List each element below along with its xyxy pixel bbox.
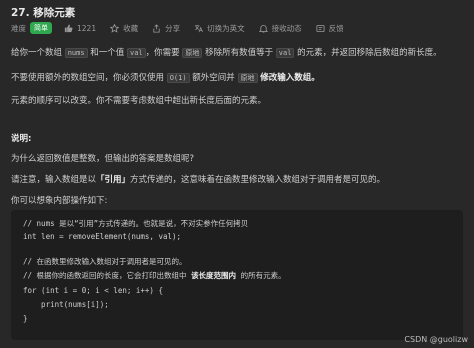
favorite-button[interactable]: 收藏 bbox=[110, 23, 138, 34]
problem-meta-bar: 难度 简单 1221 收藏 分享 切换为英文 接收动态 反馈 bbox=[11, 22, 358, 34]
description-line-2: 不要使用额外的数组空间，你必须仅使用 O(1) 额外空间并 原地 修改输入数组。 bbox=[11, 73, 320, 83]
like-button[interactable]: 1221 bbox=[64, 24, 96, 33]
inline-code-in-place: 原地 bbox=[182, 48, 203, 58]
code-line: print(nums[i]); bbox=[23, 300, 109, 309]
code-line: for (int i = 0; i < len; i++) { bbox=[23, 286, 163, 295]
switch-language-button[interactable]: 切换为英文 bbox=[194, 23, 245, 34]
like-count: 1221 bbox=[77, 23, 97, 33]
share-icon bbox=[153, 23, 160, 33]
explanation-answer: 请注意，输入数组是以「引用」方式传递的，这意味着在函数里修改输入数组对于调用者是… bbox=[11, 175, 386, 185]
share-button[interactable]: 分享 bbox=[152, 23, 180, 34]
inline-code-o1: O(1) bbox=[166, 73, 190, 83]
switch-language-label: 切换为英文 bbox=[207, 23, 245, 33]
watermark: CSDN @guolizw bbox=[404, 335, 468, 344]
feedback-label: 反馈 bbox=[328, 23, 344, 33]
inline-code-val: val bbox=[127, 48, 146, 58]
bell-icon bbox=[258, 24, 268, 33]
code-line: // 根据你的函数返回的长度，它会打印出数组中 该长度范围内 的所有元素。 bbox=[23, 271, 286, 280]
problem-title: 27. 移除元素 bbox=[11, 7, 76, 19]
code-line: } bbox=[23, 314, 28, 323]
explanation-question: 为什么返回数值是整数，但输出的答案是数组呢? bbox=[11, 154, 195, 164]
description-line-1: 给你一个数组 nums 和一个值 val ，你需要 原地 移除所有数值等于 val… bbox=[11, 48, 442, 58]
description-line-3: 元素的顺序可以改变。你不需要考虑数组中超出新长度后面的元素。 bbox=[11, 96, 267, 106]
difficulty-badge: 简单 bbox=[30, 22, 52, 34]
code-line: // 在函数里修改输入数组对于调用者是可见的。 bbox=[23, 257, 187, 266]
difficulty-label: 难度 bbox=[11, 23, 26, 33]
feedback-button[interactable]: 反馈 bbox=[316, 23, 344, 34]
notifications-button[interactable]: 接收动态 bbox=[258, 23, 302, 34]
inline-code-val-2: val bbox=[275, 48, 295, 58]
inline-code-in-place-2: 原地 bbox=[237, 73, 258, 83]
code-line: int len = removeElement(nums, val); bbox=[23, 232, 182, 241]
code-line: // nums 是以“引用”方式传递的。也就是说，不对实参作任何拷贝 bbox=[23, 219, 249, 228]
thumbs-up-icon bbox=[64, 23, 73, 32]
favorite-label: 收藏 bbox=[123, 23, 139, 33]
share-label: 分享 bbox=[165, 23, 181, 33]
inline-code-nums: nums bbox=[64, 48, 88, 58]
explanation-imagine: 你可以想象内部操作如下: bbox=[11, 196, 108, 206]
feedback-icon bbox=[316, 24, 325, 32]
notifications-label: 接收动态 bbox=[271, 23, 302, 33]
translate-icon bbox=[194, 24, 203, 32]
star-icon bbox=[110, 23, 120, 33]
code-block: // nums 是以“引用”方式传递的。也就是说，不对实参作任何拷贝 int l… bbox=[11, 210, 463, 340]
explanation-title: 说明: bbox=[11, 134, 32, 144]
